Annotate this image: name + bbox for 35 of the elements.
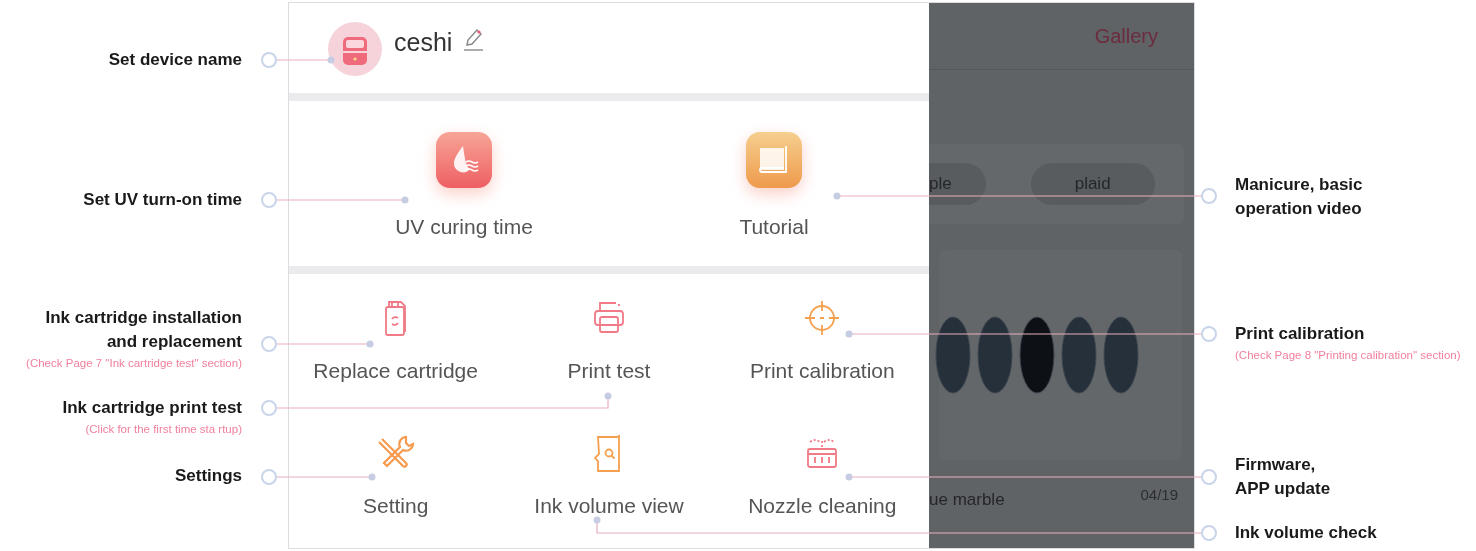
menu-item-label: Ink volume view: [534, 494, 684, 518]
callout-text: Ink cartridge print test: [62, 397, 242, 419]
callout-text: Firmware, APP update: [1235, 454, 1331, 500]
menu-item-label: Print test: [567, 359, 651, 383]
menu-item[interactable]: Print test: [502, 274, 716, 409]
menu-item-label: Print calibration: [749, 359, 895, 383]
callout-text: Manicure, basic operation video: [1235, 174, 1363, 220]
book-icon: [746, 132, 802, 188]
menu-item-label: UV curing time: [395, 215, 533, 239]
menu-item-label: Nozzle cleaning: [748, 494, 897, 518]
device-name: ceshi: [394, 28, 453, 57]
menu-item[interactable]: Setting: [289, 409, 503, 548]
callout-text: Ink cartridge installation and replacement: [44, 307, 242, 353]
menu-item[interactable]: Ink volume view: [502, 409, 716, 548]
callout-text: Print calibration: [1235, 323, 1366, 345]
callout-note: (Check Page 7 "Ink cartridge test" section): [26, 356, 242, 371]
callout-text: Ink volume check: [1235, 522, 1377, 544]
callout-text: Settings: [174, 465, 242, 487]
callout-note: (Check Page 8 "Printing calibration" section): [1235, 348, 1461, 363]
menu-item[interactable]: Replace cartridge: [289, 274, 503, 409]
menu-item-label: Replace cartridge: [313, 359, 478, 383]
callout-text: Set device name: [108, 49, 242, 71]
menu-item-label: Tutorial: [739, 215, 809, 239]
menu-item-label: Setting: [362, 494, 429, 518]
menu-item[interactable]: Print calibration: [715, 274, 929, 409]
menu-item[interactable]: UV curing time: [309, 101, 619, 266]
printer-avatar-icon: [328, 22, 382, 76]
edit-icon[interactable]: [462, 28, 485, 52]
menu-item[interactable]: Nozzle cleaning: [715, 409, 929, 548]
menu-item[interactable]: Tutorial: [619, 101, 929, 266]
screen-title: Gallery: [1094, 24, 1158, 48]
callout-note: (Click for the first time sta rtup): [84, 422, 242, 437]
callout-text: Set UV turn-on time: [83, 189, 242, 211]
design-name: ue marble: [929, 489, 1005, 510]
water-drop-icon: [436, 132, 492, 188]
